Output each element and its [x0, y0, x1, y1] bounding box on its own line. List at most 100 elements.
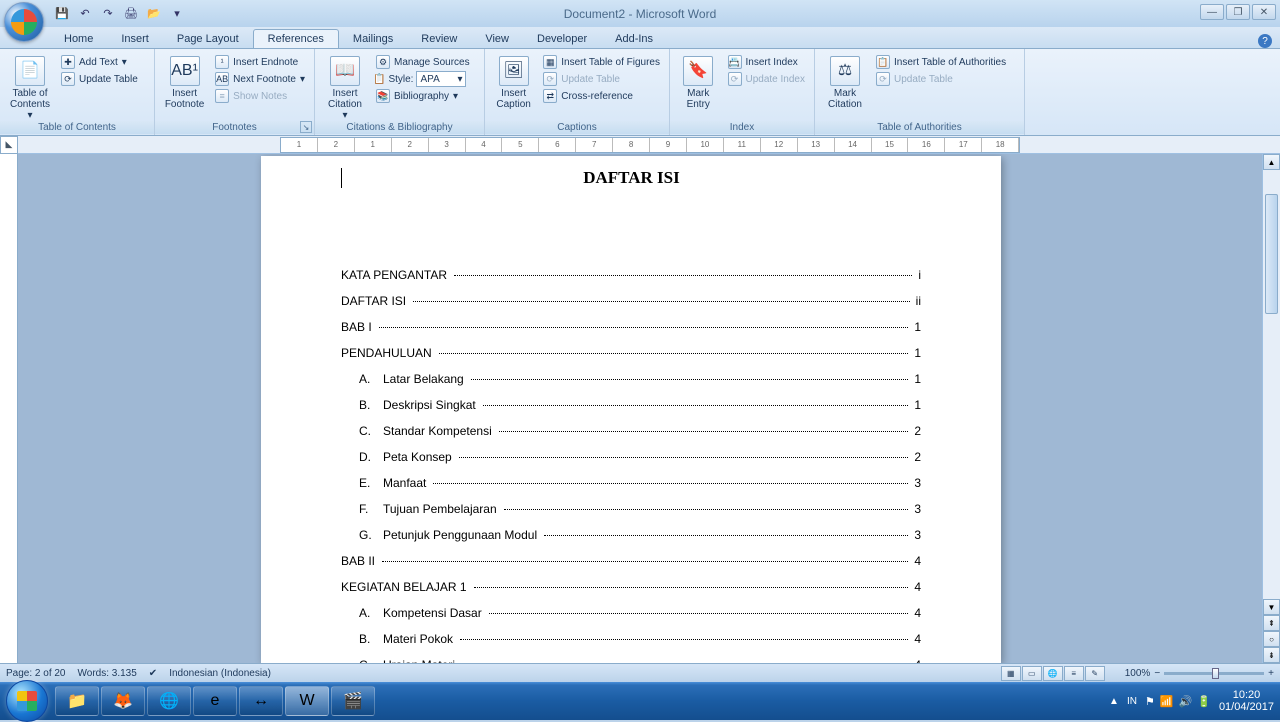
tab-insert[interactable]: Insert — [107, 30, 163, 48]
next-footnote-button[interactable]: ABNext Footnote ▾ — [212, 71, 308, 87]
minimize-button[interactable]: — — [1200, 4, 1224, 20]
toc-entry[interactable]: PENDAHULUAN1 — [341, 346, 921, 360]
window-title: Document2 - Microsoft Word — [564, 7, 717, 21]
cross-reference-button[interactable]: ⇄Cross-reference — [540, 88, 663, 104]
zoom-slider[interactable] — [1164, 672, 1264, 675]
manage-sources-button[interactable]: ⚙Manage Sources — [373, 54, 473, 70]
insert-caption-button[interactable]: 🖼Insert Caption — [491, 54, 536, 112]
toc-entry[interactable]: B.Deskripsi Singkat1 — [341, 398, 921, 412]
toc-entry[interactable]: D.Peta Konsep2 — [341, 450, 921, 464]
close-button[interactable]: ✕ — [1252, 4, 1276, 20]
toc-entry[interactable]: F.Tujuan Pembelajaran3 — [341, 502, 921, 516]
insert-citation-button[interactable]: 📖Insert Citation▾ — [321, 54, 369, 123]
zoom-thumb[interactable] — [1212, 668, 1219, 679]
toc-entry[interactable]: KATA PENGANTARi — [341, 268, 921, 282]
toc-entry[interactable]: BAB I1 — [341, 320, 921, 334]
insert-footnote-button[interactable]: AB¹Insert Footnote — [161, 54, 208, 112]
mark-entry-button[interactable]: 🔖Mark Entry — [676, 54, 721, 112]
redo-icon[interactable]: ↷ — [98, 4, 118, 24]
start-button[interactable] — [6, 680, 48, 722]
network-icon[interactable]: 📶 — [1160, 695, 1174, 708]
add-text-button[interactable]: ✚Add Text ▾ — [58, 54, 141, 70]
volume-icon[interactable]: 🔊 — [1179, 695, 1193, 708]
proofing-icon[interactable]: ✔ — [149, 668, 157, 679]
tab-review[interactable]: Review — [407, 30, 471, 48]
toc-entry[interactable]: C.Standar Kompetensi2 — [341, 424, 921, 438]
toc-entry[interactable]: BAB II4 — [341, 554, 921, 568]
maximize-button[interactable]: ❐ — [1226, 4, 1250, 20]
tab-references[interactable]: References — [253, 29, 339, 48]
word-count[interactable]: Words: 3.135 — [78, 668, 137, 679]
media-taskbar-icon[interactable]: 🎬 — [331, 686, 375, 716]
dialog-launcher-icon[interactable]: ↘ — [300, 121, 312, 133]
insert-endnote-button[interactable]: ¹Insert Endnote — [212, 54, 308, 70]
open-icon[interactable]: 📂 — [144, 4, 164, 24]
mark-citation-button[interactable]: ⚖Mark Citation — [821, 54, 869, 112]
help-icon[interactable]: ? — [1258, 34, 1272, 48]
web-layout-view-icon[interactable]: 🌐 — [1043, 666, 1063, 681]
scroll-up-icon[interactable]: ▲ — [1263, 154, 1280, 170]
scroll-down-icon[interactable]: ▼ — [1263, 599, 1280, 615]
ie-taskbar-icon[interactable]: e — [193, 686, 237, 716]
flag-icon[interactable]: ⚑ — [1145, 695, 1155, 708]
insert-index-button[interactable]: 📇Insert Index — [725, 54, 809, 70]
toc-entry[interactable]: A.Latar Belakang1 — [341, 372, 921, 386]
vertical-ruler[interactable] — [0, 154, 18, 663]
show-notes-icon: ≡ — [215, 89, 229, 103]
update-captions-button[interactable]: ⟳Update Table — [540, 71, 663, 87]
tab-view[interactable]: View — [471, 30, 523, 48]
prev-page-icon[interactable]: ⇞ — [1263, 615, 1280, 631]
battery-icon[interactable]: 🔋 — [1197, 695, 1211, 708]
chrome-taskbar-icon[interactable]: 🌐 — [147, 686, 191, 716]
explorer-taskbar-icon[interactable]: 📁 — [55, 686, 99, 716]
browse-object-icon[interactable]: ○ — [1263, 631, 1280, 647]
tab-selector[interactable]: ◣ — [0, 136, 18, 154]
bibliography-button[interactable]: 📚Bibliography ▾ — [373, 88, 473, 104]
tab-mailings[interactable]: Mailings — [339, 30, 407, 48]
table-of-contents-button[interactable]: 📄Table of Contents▾ — [6, 54, 54, 123]
style-icon: 📋 — [373, 74, 385, 85]
horizontal-ruler[interactable]: 12123456789101112131415161718 — [280, 137, 1020, 153]
insert-table-figures-button[interactable]: ▦Insert Table of Figures — [540, 54, 663, 70]
update-index-button[interactable]: ⟳Update Index — [725, 71, 809, 87]
style-combo[interactable]: APA▾ — [416, 71, 466, 87]
page[interactable]: DAFTAR ISI KATA PENGANTARiDAFTAR ISIiiBA… — [261, 156, 1001, 663]
save-icon[interactable]: 💾 — [52, 4, 72, 24]
toc-entry[interactable]: DAFTAR ISIii — [341, 294, 921, 308]
print-layout-view-icon[interactable]: ▦ — [1001, 666, 1021, 681]
zoom-in-button[interactable]: + — [1268, 668, 1274, 679]
page-status[interactable]: Page: 2 of 20 — [6, 668, 66, 679]
tab-page-layout[interactable]: Page Layout — [163, 30, 253, 48]
next-page-icon[interactable]: ⇟ — [1263, 647, 1280, 663]
print-icon[interactable]: 🖨 — [121, 4, 141, 24]
toc-entry[interactable]: B.Materi Pokok4 — [341, 632, 921, 646]
toc-entry[interactable]: E.Manfaat3 — [341, 476, 921, 490]
outline-view-icon[interactable]: ≡ — [1064, 666, 1084, 681]
show-notes-button[interactable]: ≡Show Notes — [212, 88, 308, 104]
undo-icon[interactable]: ↶ — [75, 4, 95, 24]
fullscreen-view-icon[interactable]: ▭ — [1022, 666, 1042, 681]
office-button[interactable] — [4, 2, 44, 42]
qat-customize-icon[interactable]: ▾ — [167, 4, 187, 24]
tab-addins[interactable]: Add-Ins — [601, 30, 667, 48]
toc-entry[interactable]: G.Petunjuk Penggunaan Modul3 — [341, 528, 921, 542]
insert-authorities-button[interactable]: 📋Insert Table of Authorities — [873, 54, 1009, 70]
language-status[interactable]: Indonesian (Indonesia) — [169, 668, 271, 679]
show-hidden-icon[interactable]: ▲ — [1109, 696, 1119, 707]
teamviewer-taskbar-icon[interactable]: ↔ — [239, 686, 283, 716]
draft-view-icon[interactable]: ✎ — [1085, 666, 1105, 681]
tab-developer[interactable]: Developer — [523, 30, 601, 48]
vertical-scrollbar[interactable]: ▲ ▼ ⇞ ○ ⇟ — [1262, 154, 1280, 663]
word-taskbar-icon[interactable]: W — [285, 686, 329, 716]
scroll-thumb[interactable] — [1265, 194, 1278, 314]
update-authorities-button[interactable]: ⟳Update Table — [873, 71, 1009, 87]
update-table-button[interactable]: ⟳Update Table — [58, 71, 141, 87]
toc-entry[interactable]: KEGIATAN BELAJAR 14 — [341, 580, 921, 594]
clock[interactable]: 10:20 01/04/2017 — [1219, 689, 1274, 713]
language-indicator[interactable]: IN — [1127, 696, 1137, 707]
toc-entry[interactable]: A.Kompetensi Dasar4 — [341, 606, 921, 620]
tab-home[interactable]: Home — [50, 30, 107, 48]
zoom-out-button[interactable]: − — [1154, 668, 1160, 679]
firefox-taskbar-icon[interactable]: 🦊 — [101, 686, 145, 716]
zoom-value[interactable]: 100% — [1125, 668, 1151, 679]
